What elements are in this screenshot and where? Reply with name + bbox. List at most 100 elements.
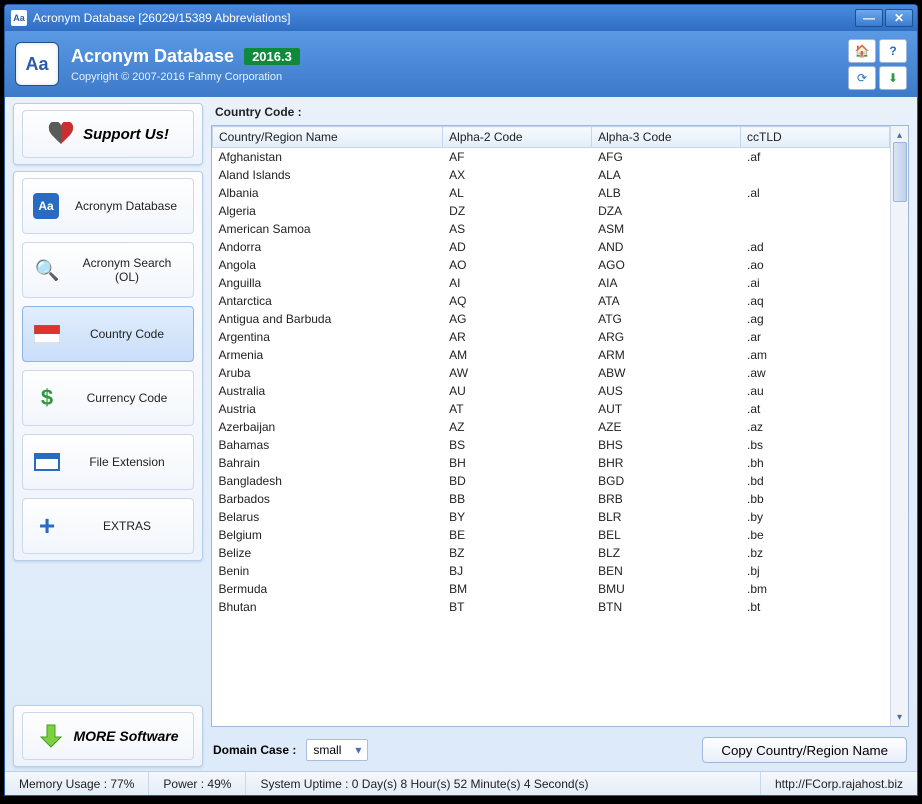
col-alpha2[interactable]: Alpha-2 Code (443, 127, 592, 148)
table-row[interactable]: BahrainBHBHR.bh (213, 454, 890, 472)
table-cell: .au (741, 382, 890, 400)
scroll-track[interactable] (893, 142, 907, 710)
sidebar-item-acronym-search[interactable]: 🔍 Acronym Search (OL) (22, 242, 194, 298)
table-row[interactable]: BangladeshBDBGD.bd (213, 472, 890, 490)
sidebar-item-extras[interactable]: + EXTRAS (22, 498, 194, 554)
home-button[interactable]: 🏠 (848, 39, 876, 63)
table-cell: Bermuda (213, 580, 443, 598)
col-alpha3[interactable]: Alpha-3 Code (592, 127, 741, 148)
table-row[interactable]: BhutanBTBTN.bt (213, 598, 890, 616)
table-cell (741, 220, 890, 238)
table-row[interactable]: BeninBJBEN.bj (213, 562, 890, 580)
download-button[interactable]: ⬇ (879, 66, 907, 90)
table-cell: Bangladesh (213, 472, 443, 490)
table-cell: BB (443, 490, 592, 508)
table-cell: Albania (213, 184, 443, 202)
table-row[interactable]: AngolaAOAGO.ao (213, 256, 890, 274)
domain-case-value: small (313, 743, 341, 757)
table-cell: AGO (592, 256, 741, 274)
table-cell: .ao (741, 256, 890, 274)
table-cell: .bs (741, 436, 890, 454)
table-cell: ABW (592, 364, 741, 382)
help-button[interactable]: ? (879, 39, 907, 63)
download-icon: ⬇ (888, 71, 898, 85)
table-row[interactable]: American SamoaASASM (213, 220, 890, 238)
col-cctld[interactable]: ccTLD (741, 127, 890, 148)
table-row[interactable]: ArgentinaARARG.ar (213, 328, 890, 346)
status-memory: Memory Usage : 77% (5, 772, 149, 795)
table-row[interactable]: ArmeniaAMARM.am (213, 346, 890, 364)
table-cell: AZE (592, 418, 741, 436)
table-cell: Austria (213, 400, 443, 418)
database-icon: Aa (33, 193, 59, 219)
table-cell: Argentina (213, 328, 443, 346)
sidebar-item-label: Country Code (71, 327, 183, 341)
table-row[interactable]: BelgiumBEBEL.be (213, 526, 890, 544)
table-cell: BE (443, 526, 592, 544)
table-row[interactable]: AustriaATAUT.at (213, 400, 890, 418)
table-row[interactable]: AzerbaijanAZAZE.az (213, 418, 890, 436)
table-cell: AIA (592, 274, 741, 292)
scroll-thumb[interactable] (893, 142, 907, 202)
titlebar[interactable]: Aa Acronym Database [26029/15389 Abbrevi… (5, 5, 917, 31)
table-cell: .bh (741, 454, 890, 472)
table-row[interactable]: ArubaAWABW.aw (213, 364, 890, 382)
table-cell: .af (741, 148, 890, 167)
support-button[interactable]: Support Us! (22, 110, 194, 158)
sidebar-item-label: Acronym Database (69, 199, 183, 213)
copy-button[interactable]: Copy Country/Region Name (702, 737, 907, 763)
table-cell: AQ (443, 292, 592, 310)
table-cell: BY (443, 508, 592, 526)
sidebar-item-file-extension[interactable]: File Extension (22, 434, 194, 490)
scroll-down-icon[interactable]: ▾ (893, 710, 907, 724)
table-cell: AZ (443, 418, 592, 436)
table-cell: Belize (213, 544, 443, 562)
table-row[interactable]: AntarcticaAQATA.aq (213, 292, 890, 310)
table-cell: AD (443, 238, 592, 256)
scroll-up-icon[interactable]: ▴ (893, 128, 907, 142)
table-row[interactable]: AnguillaAIAIA.ai (213, 274, 890, 292)
table-row[interactable]: AustraliaAUAUS.au (213, 382, 890, 400)
table-cell: BHR (592, 454, 741, 472)
table-cell: AR (443, 328, 592, 346)
table-row[interactable]: BelizeBZBLZ.bz (213, 544, 890, 562)
table-cell: BH (443, 454, 592, 472)
table-row[interactable]: BelarusBYBLR.by (213, 508, 890, 526)
vertical-scrollbar[interactable]: ▴ ▾ (890, 126, 908, 726)
domain-case-select[interactable]: small ▾ (306, 739, 368, 761)
app-small-icon: Aa (11, 10, 27, 26)
minimize-button[interactable]: — (855, 9, 883, 27)
table-cell (741, 166, 890, 184)
table-cell: BMU (592, 580, 741, 598)
table-cell: AUT (592, 400, 741, 418)
table-cell: AI (443, 274, 592, 292)
table-row[interactable]: Antigua and BarbudaAGATG.ag (213, 310, 890, 328)
table-header-row: Country/Region Name Alpha-2 Code Alpha-3… (213, 127, 890, 148)
col-country[interactable]: Country/Region Name (213, 127, 443, 148)
table-container: Country/Region Name Alpha-2 Code Alpha-3… (211, 125, 909, 727)
table-cell: ATG (592, 310, 741, 328)
more-software-button[interactable]: MORE Software (22, 712, 194, 760)
sidebar-item-currency-code[interactable]: $ Currency Code (22, 370, 194, 426)
table-row[interactable]: AfghanistanAFAFG.af (213, 148, 890, 167)
sidebar-item-acronym-database[interactable]: Aa Acronym Database (22, 178, 194, 234)
table-cell: .bj (741, 562, 890, 580)
close-button[interactable]: ✕ (885, 9, 913, 27)
table-row[interactable]: BahamasBSBHS.bs (213, 436, 890, 454)
table-cell: .az (741, 418, 890, 436)
more-card: MORE Software (13, 705, 203, 767)
table-row[interactable]: BermudaBMBMU.bm (213, 580, 890, 598)
refresh-button[interactable]: ⟳ (848, 66, 876, 90)
table-row[interactable]: BarbadosBBBRB.bb (213, 490, 890, 508)
plus-icon: + (33, 512, 61, 540)
table-row[interactable]: AndorraADAND.ad (213, 238, 890, 256)
table-cell: AT (443, 400, 592, 418)
toolbar-icons: 🏠 ? ⟳ ⬇ (848, 39, 907, 90)
status-url[interactable]: http://FCorp.rajahost.biz (761, 772, 917, 795)
sidebar-item-country-code[interactable]: Country Code (22, 306, 194, 362)
table-row[interactable]: Aland IslandsAXALA (213, 166, 890, 184)
table-row[interactable]: AlgeriaDZDZA (213, 202, 890, 220)
table-row[interactable]: AlbaniaALALB.al (213, 184, 890, 202)
table-cell: Armenia (213, 346, 443, 364)
table-cell: American Samoa (213, 220, 443, 238)
